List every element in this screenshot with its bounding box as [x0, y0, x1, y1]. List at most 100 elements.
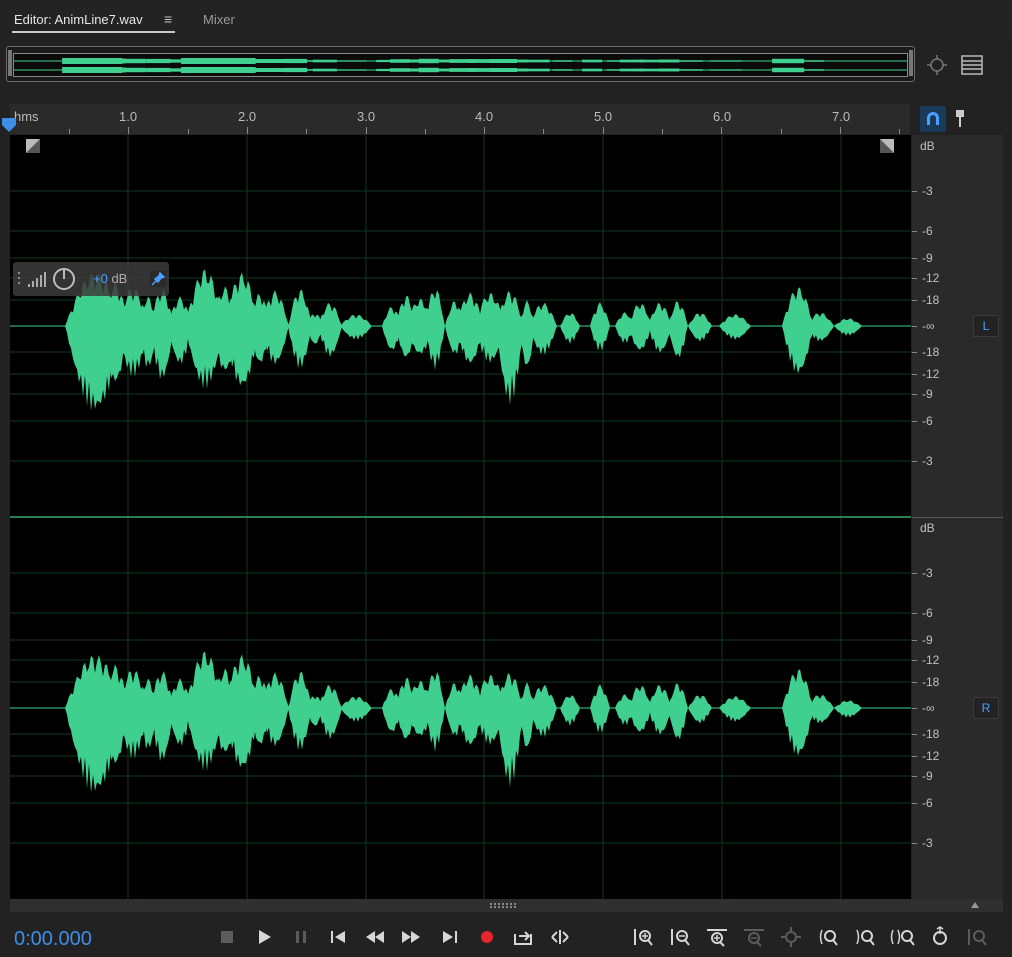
scroll-grip-icon[interactable]: [490, 903, 520, 908]
tab-editor[interactable]: Editor: AnimLine7.wav: [14, 12, 143, 27]
waveform-graphic: [10, 135, 911, 899]
waveform-burst: [529, 302, 557, 356]
fast-forward-icon[interactable]: [400, 926, 422, 948]
ruler-tick-label: 7.0: [832, 109, 851, 124]
go-to-end-icon[interactable]: [439, 926, 461, 948]
scroll-up-arrow-icon[interactable]: [971, 902, 979, 908]
overview-burst: [418, 58, 439, 64]
db-tick: [912, 394, 917, 395]
overview-burst: [795, 60, 824, 62]
db-scale-label: -12: [922, 367, 940, 381]
zoom-out-amplitude-icon[interactable]: [669, 926, 691, 948]
loop-playback-icon[interactable]: [512, 926, 534, 948]
waveform-burst: [590, 684, 610, 733]
gain-hud[interactable]: +0 dB: [13, 262, 169, 296]
channel-right-toggle[interactable]: R: [973, 697, 999, 719]
panel-menu-icon[interactable]: ≡: [164, 11, 172, 27]
db-scale-label: -3: [922, 566, 933, 580]
zoom-in-amplitude-icon[interactable]: [632, 926, 654, 948]
db-scale-label: -18: [922, 345, 940, 359]
waveform-burst: [560, 313, 580, 344]
waveform-burst: [560, 695, 580, 726]
db-tick: [912, 352, 917, 353]
ruler-tick-label: 2.0: [238, 109, 257, 124]
db-tick: [912, 660, 917, 661]
zoom-hand-icon[interactable]: [929, 926, 951, 948]
zoom-in-time-icon[interactable]: [706, 926, 728, 948]
fade-out-handle[interactable]: [880, 139, 894, 153]
ruler-tick-label: 3.0: [357, 109, 376, 124]
pause-icon[interactable]: [290, 926, 312, 948]
gain-value: +0: [93, 271, 108, 286]
stop-icon[interactable]: [216, 926, 238, 948]
overview-waveform[interactable]: [13, 53, 908, 77]
gain-knob-icon[interactable]: [52, 267, 76, 291]
zoom-in-to-selection-end-icon[interactable]: [854, 926, 876, 948]
waveform-burst: [318, 684, 342, 740]
db-tick: [912, 803, 917, 804]
hud-pin-icon[interactable]: [150, 271, 166, 287]
db-scale-label: -6: [922, 414, 933, 428]
waveform-burst: [719, 314, 751, 340]
active-tab-underline: [12, 31, 175, 33]
playhead-marker[interactable]: [2, 118, 16, 132]
ruler-tick: [69, 129, 70, 134]
db-tick: [912, 258, 917, 259]
gain-unit: dB: [107, 271, 128, 286]
waveform-burst: [340, 696, 372, 722]
overview-burst: [659, 68, 680, 72]
db-tick: [912, 843, 917, 844]
tab-mixer[interactable]: Mixer: [203, 12, 235, 27]
waveform-burst: [496, 673, 524, 788]
zoom-amplitude-full-icon[interactable]: [966, 926, 988, 948]
ruler-tick-label: 4.0: [475, 109, 494, 124]
ruler-tick: [306, 129, 308, 134]
zoom-out-full-icon[interactable]: [780, 926, 802, 948]
ruler-tick: [543, 129, 545, 134]
fade-in-handle[interactable]: [26, 139, 40, 153]
overview-burst: [334, 60, 367, 62]
db-tick: [912, 776, 917, 777]
play-icon[interactable]: [253, 926, 275, 948]
overview-burst: [823, 69, 852, 71]
ruler-tick: [246, 127, 248, 134]
overview-burst: [521, 59, 550, 63]
go-to-start-icon[interactable]: [327, 926, 349, 948]
db-scale-label: -12: [922, 749, 940, 763]
time-display[interactable]: 0:00.000: [14, 928, 92, 951]
ruler-tick: [839, 127, 841, 134]
db-tick: [912, 461, 917, 462]
list-icon[interactable]: [961, 55, 983, 75]
overview-burst: [679, 60, 704, 62]
overview-right-handle[interactable]: [909, 50, 913, 76]
zoom-in-to-selection-start-icon[interactable]: [817, 926, 839, 948]
db-tick: [912, 326, 917, 327]
ruler-tick: [721, 127, 723, 134]
time-ruler[interactable]: hms 1.0 2.0 3.0 4.0 5.0 6.0 7.0: [10, 104, 910, 134]
overview-burst: [334, 69, 367, 71]
zoom-to-selection-icon[interactable]: [889, 926, 917, 948]
horizontal-scrollbar[interactable]: [10, 899, 1003, 912]
overview-burst: [823, 60, 852, 62]
overview-left-handle[interactable]: [8, 50, 12, 76]
overview-burst: [582, 68, 603, 72]
db-tick: [912, 708, 917, 709]
snap-magnet-icon[interactable]: [920, 106, 946, 132]
waveform-display[interactable]: [10, 135, 911, 899]
channel-left-toggle[interactable]: L: [973, 315, 999, 337]
skip-silence-icon[interactable]: [549, 926, 571, 948]
pin-icon[interactable]: [951, 108, 969, 128]
zoom-out-time-icon[interactable]: [743, 926, 765, 948]
overview-navigator[interactable]: [6, 46, 915, 82]
ruler-tick-label: 6.0: [713, 109, 732, 124]
overview-burst: [552, 60, 573, 62]
hud-grip-icon[interactable]: [17, 270, 23, 288]
db-scale-label: -18: [922, 727, 940, 741]
zoom-fit-icon[interactable]: [925, 53, 949, 77]
record-icon[interactable]: [476, 926, 498, 948]
db-scale-label: -12: [922, 271, 940, 285]
amplitude-ruler[interactable]: dB -3 -6 -9 -12 -18 -∞ -18 -12 -9 -6 -3 LdB -3 -6 -9 -12…: [912, 135, 1003, 899]
waveform-burst: [318, 302, 342, 358]
db-scale-label: -9: [922, 633, 933, 647]
rewind-icon[interactable]: [364, 926, 386, 948]
